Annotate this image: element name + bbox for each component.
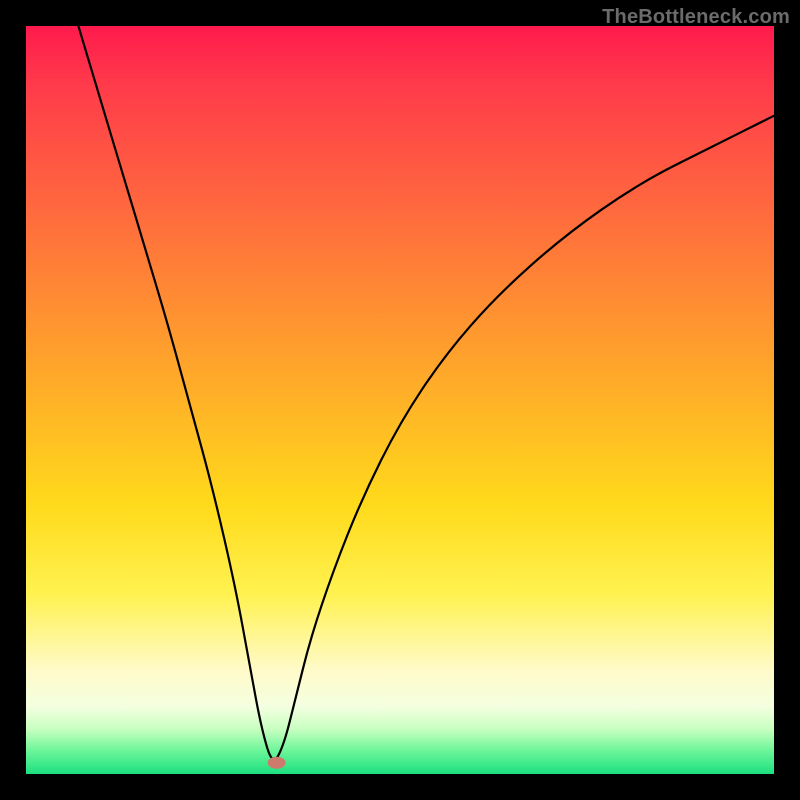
plot-area [26, 26, 774, 774]
chart-frame: TheBottleneck.com [0, 0, 800, 800]
bottleneck-curve [78, 26, 774, 759]
trough-marker [268, 757, 286, 769]
curve-svg [26, 26, 774, 774]
watermark-text: TheBottleneck.com [602, 6, 790, 29]
